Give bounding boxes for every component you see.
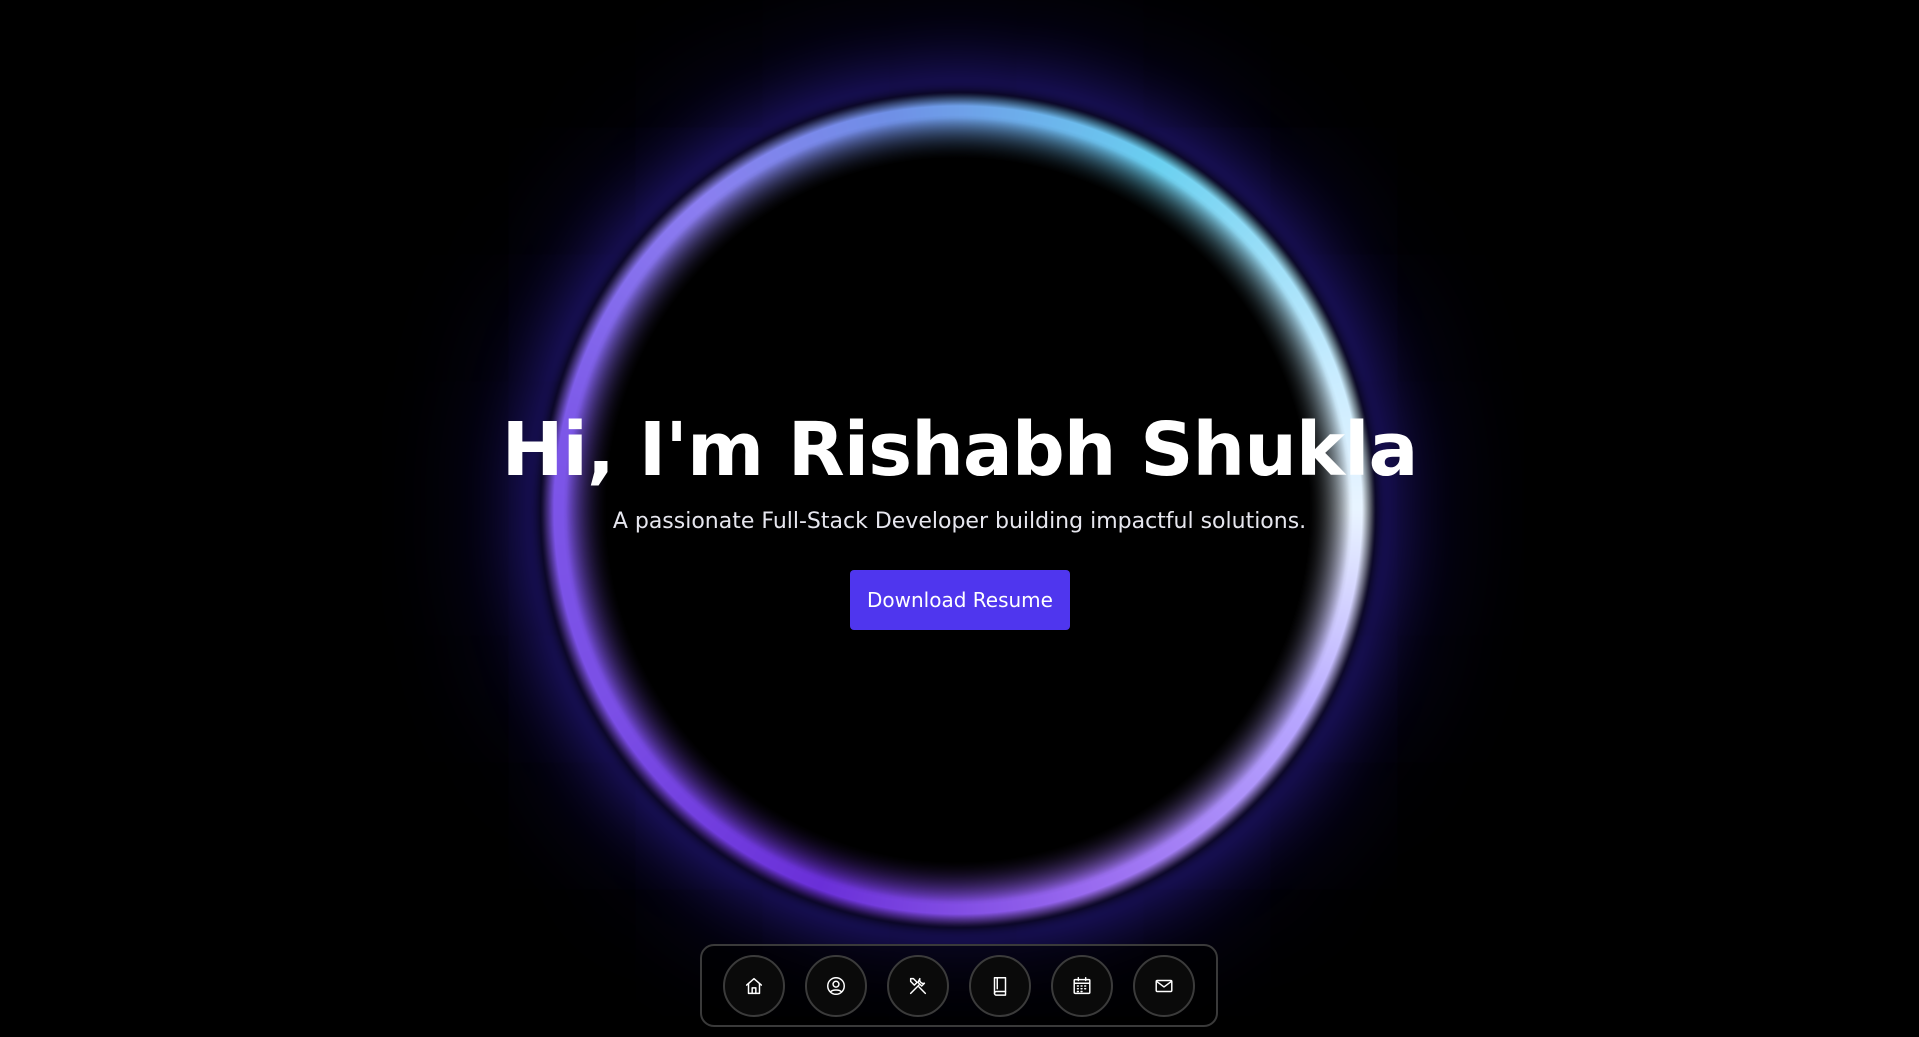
calendar-icon [1073,976,1091,994]
user-icon [827,976,845,995]
dock-about-button[interactable] [805,954,867,1017]
book-icon [993,976,1007,996]
dock-contact-button[interactable] [1133,954,1195,1017]
dock-home-button[interactable] [723,954,785,1017]
home-icon [745,977,763,994]
bottom-dock [700,944,1218,1027]
hero-section: Hi, I'm Rishabh Shukla A passionate Full… [0,400,1919,538]
mail-icon [1155,979,1173,992]
dock-projects-button[interactable] [969,954,1031,1017]
page: Hi, I'm Rishabh Shukla A passionate Full… [0,0,1919,1037]
hero-title: Hi, I'm Rishabh Shukla [501,407,1419,493]
tools-icon [909,977,927,994]
dock-experience-button[interactable] [1051,954,1113,1017]
hero-subtitle: A passionate Full-Stack Developer buildi… [612,509,1307,534]
download-resume-button[interactable]: Download Resume [850,570,1070,630]
dock-skills-button[interactable] [887,954,949,1017]
